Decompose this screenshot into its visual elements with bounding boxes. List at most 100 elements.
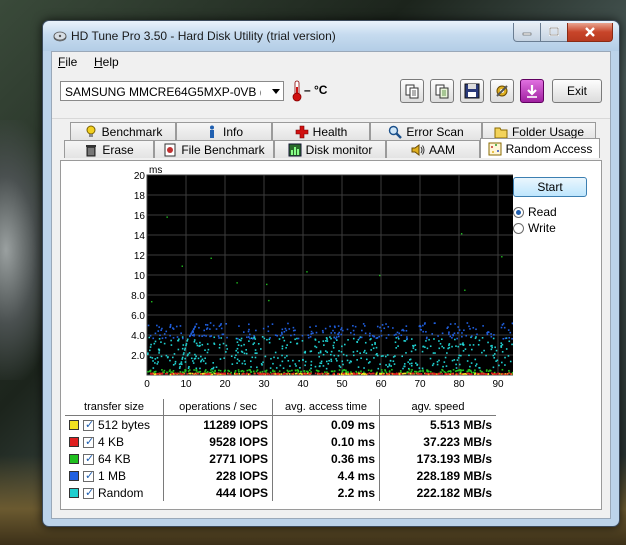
scatter-point [238, 372, 241, 375]
tab-erase[interactable]: Erase [64, 140, 154, 158]
copy-button[interactable] [400, 79, 424, 103]
scatter-point [399, 370, 402, 372]
scatter-point [158, 338, 161, 340]
scatter-point [160, 341, 162, 343]
copy-info-button[interactable] [430, 79, 454, 103]
scatter-point [447, 326, 449, 328]
scatter-point [276, 334, 278, 337]
scatter-point [260, 348, 262, 350]
scatter-point [342, 372, 344, 375]
scatter-point [287, 372, 289, 375]
scatter-point [193, 358, 196, 360]
series-checkbox[interactable] [83, 418, 94, 431]
row-size-label: 1 MB [98, 468, 127, 483]
tab-random-access-label: Random Access [505, 141, 593, 156]
tab-error-scan[interactable]: Error Scan [370, 122, 482, 140]
scatter-point [169, 369, 171, 371]
scatter-point [460, 373, 463, 375]
save-button[interactable] [460, 79, 484, 103]
scatter-point [337, 372, 340, 375]
scatter-point [405, 352, 407, 354]
options-button[interactable] [490, 79, 514, 103]
tab-disk-monitor[interactable]: Disk monitor [274, 140, 386, 158]
scatter-point [285, 346, 287, 349]
y-tick-label: 6.0 [131, 311, 145, 322]
scatter-point [395, 347, 398, 349]
start-button[interactable]: Start [513, 177, 587, 197]
scatter-point [176, 336, 179, 338]
tab-aam[interactable]: AAM [386, 140, 480, 158]
scatter-point [358, 337, 361, 340]
scatter-point [451, 337, 453, 339]
results-table: transfer size operations / sec avg. acce… [65, 399, 496, 501]
scatter-point [180, 332, 182, 335]
series-checkbox[interactable] [83, 469, 94, 482]
tab-health[interactable]: Health [272, 122, 370, 140]
write-radio[interactable]: Write [513, 221, 556, 235]
scatter-point [147, 324, 150, 327]
series-checkbox[interactable] [83, 452, 94, 465]
scatter-point [430, 372, 432, 375]
scatter-point [184, 347, 186, 350]
scatter-point [296, 342, 298, 345]
scatter-outlier [501, 256, 503, 258]
tab-file-benchmark[interactable]: File Benchmark [154, 140, 274, 158]
series-checkbox[interactable] [83, 486, 94, 499]
close-button[interactable] [567, 23, 613, 42]
tab-random-access[interactable]: Random Access [480, 138, 600, 158]
tab-folder-usage-label: Folder Usage [511, 124, 585, 139]
scatter-point [365, 358, 368, 361]
title-bar[interactable]: HD Tune Pro 3.50 - Hard Disk Utility (tr… [43, 21, 619, 51]
tab-benchmark[interactable]: Benchmark [70, 122, 176, 140]
scatter-point [254, 352, 257, 354]
download-button[interactable] [520, 79, 544, 103]
series-checkbox[interactable] [83, 435, 94, 448]
scatter-point [455, 345, 457, 347]
scatter-point [291, 369, 293, 372]
scatter-point [473, 371, 475, 374]
minimize-icon [522, 32, 532, 36]
tab-info[interactable]: Info [176, 122, 272, 140]
scatter-point [240, 344, 243, 347]
row-transfer-size: 64 KB [65, 450, 164, 467]
maximize-button[interactable] [540, 23, 568, 42]
scatter-point [322, 340, 325, 342]
scatter-point [428, 373, 431, 375]
scatter-point [223, 370, 226, 373]
read-radio[interactable]: Read [513, 205, 557, 219]
scatter-point [390, 365, 392, 367]
scatter-point [161, 337, 164, 340]
scatter-point [356, 373, 358, 375]
scatter-point [364, 349, 366, 352]
scatter-point [203, 329, 206, 332]
scatter-point [154, 332, 157, 335]
series-color-swatch [69, 471, 79, 482]
download-icon [527, 85, 537, 98]
scatter-point [485, 370, 488, 372]
scatter-point [458, 329, 461, 331]
scatter-point [151, 357, 154, 359]
scatter-point [292, 359, 294, 362]
scatter-outlier [379, 274, 381, 277]
menu-help[interactable]: Help [94, 55, 119, 69]
scatter-point [324, 350, 327, 352]
scatter-point [149, 370, 152, 372]
scatter-point [255, 329, 257, 332]
scatter-point [213, 372, 216, 375]
scatter-point [206, 351, 209, 354]
scatter-point [368, 372, 371, 375]
scatter-point [443, 371, 446, 373]
options-icon [496, 85, 508, 97]
minimize-button[interactable] [513, 23, 541, 42]
exit-button[interactable]: Exit [552, 79, 602, 103]
menu-file[interactable]: File [58, 55, 77, 69]
scatter-point [284, 356, 286, 359]
scatter-point [315, 346, 318, 349]
chevron-down-icon [272, 89, 280, 94]
scatter-point [147, 353, 149, 356]
scatter-point [364, 332, 367, 335]
drive-select[interactable]: SAMSUNG MMCRE64G5MXP-0VB (64 GB) [60, 81, 284, 101]
scatter-point [157, 348, 160, 351]
scatter-point [192, 362, 195, 364]
scatter-point [181, 371, 184, 374]
